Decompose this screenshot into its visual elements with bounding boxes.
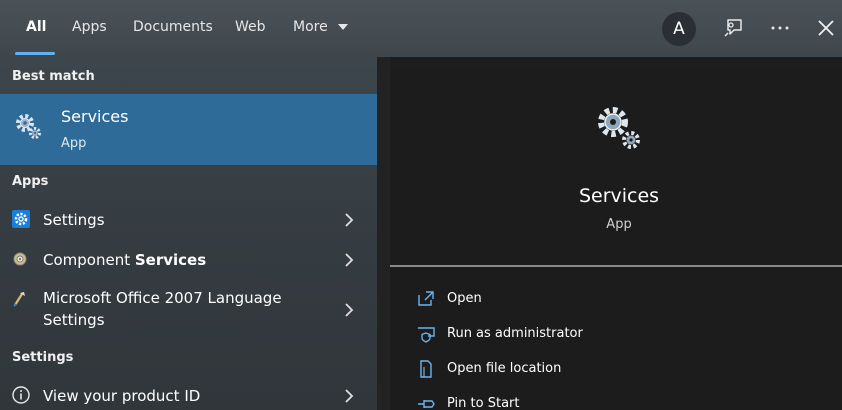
active-tab-indicator <box>15 52 55 55</box>
tab-web[interactable]: Web <box>235 19 266 35</box>
close-icon[interactable] <box>814 16 838 40</box>
chevron-down-icon <box>338 24 349 30</box>
info-icon <box>12 386 30 404</box>
tab-more-label: More <box>293 19 328 35</box>
chevron-right-icon[interactable] <box>343 303 355 317</box>
list-item-label: Settings <box>43 211 105 229</box>
feedback-icon[interactable] <box>721 16 745 40</box>
list-item-settings[interactable]: Settings <box>0 207 377 233</box>
settings-gear-icon <box>12 210 30 228</box>
open-icon <box>418 291 434 306</box>
section-apps: Apps <box>12 174 49 189</box>
component-services-icon <box>13 252 27 266</box>
run-as-admin-icon <box>418 327 435 343</box>
tab-apps[interactable]: Apps <box>72 19 107 35</box>
section-settings: Settings <box>12 350 74 365</box>
pane-separator <box>377 57 390 410</box>
tab-more[interactable]: More <box>293 19 349 35</box>
preview-title: Services <box>578 185 660 207</box>
results-list: Best match Services App Apps Settings Co… <box>0 57 377 410</box>
action-open-file-location[interactable]: Open file location <box>416 356 816 382</box>
list-item-view-product-id[interactable]: View your product ID <box>0 383 377 409</box>
list-item-label-line1: Microsoft Office 2007 Language <box>43 289 282 307</box>
list-item-office-language-settings[interactable]: Microsoft Office 2007 Language Settings <box>0 287 377 335</box>
action-label: Open file location <box>447 361 562 376</box>
search-filter-bar: All Apps Documents Web More A <box>0 0 842 57</box>
services-gear-icon <box>598 107 640 149</box>
best-match-subtitle: App <box>61 136 87 151</box>
chevron-right-icon[interactable] <box>343 389 355 403</box>
preview-subtitle: App <box>606 217 632 232</box>
divider <box>390 265 842 267</box>
action-open[interactable]: Open <box>416 286 816 312</box>
tab-all[interactable]: All <box>26 19 46 35</box>
file-location-icon <box>420 360 432 378</box>
more-icon[interactable] <box>768 16 792 40</box>
action-run-as-administrator[interactable]: Run as administrator <box>416 321 816 347</box>
action-pin-to-start[interactable]: Pin to Start <box>416 391 816 410</box>
label-text: Component <box>43 251 135 269</box>
action-label: Open <box>447 291 482 306</box>
avatar[interactable]: A <box>662 12 696 46</box>
pin-icon <box>418 400 435 408</box>
preview-pane: Services App Open Run as administrator O… <box>390 70 842 410</box>
search-window: All Apps Documents Web More A Best match <box>0 0 842 410</box>
chevron-right-icon[interactable] <box>343 253 355 267</box>
list-item-label: Component Services <box>43 249 206 271</box>
list-item-component-services[interactable]: Component Services <box>0 247 377 273</box>
office-language-icon <box>13 292 25 307</box>
services-gear-icon <box>16 114 41 139</box>
list-item-label: View your product ID <box>43 387 201 405</box>
action-label: Pin to Start <box>447 396 520 410</box>
tab-documents[interactable]: Documents <box>133 19 213 35</box>
best-match-services[interactable]: Services App <box>0 94 377 165</box>
label-match-text: Services <box>134 251 207 269</box>
action-label: Run as administrator <box>447 326 583 341</box>
section-best-match: Best match <box>12 69 95 84</box>
chevron-right-icon[interactable] <box>343 213 355 227</box>
list-item-label-line2: Settings <box>43 311 105 329</box>
best-match-title: Services <box>61 107 129 126</box>
